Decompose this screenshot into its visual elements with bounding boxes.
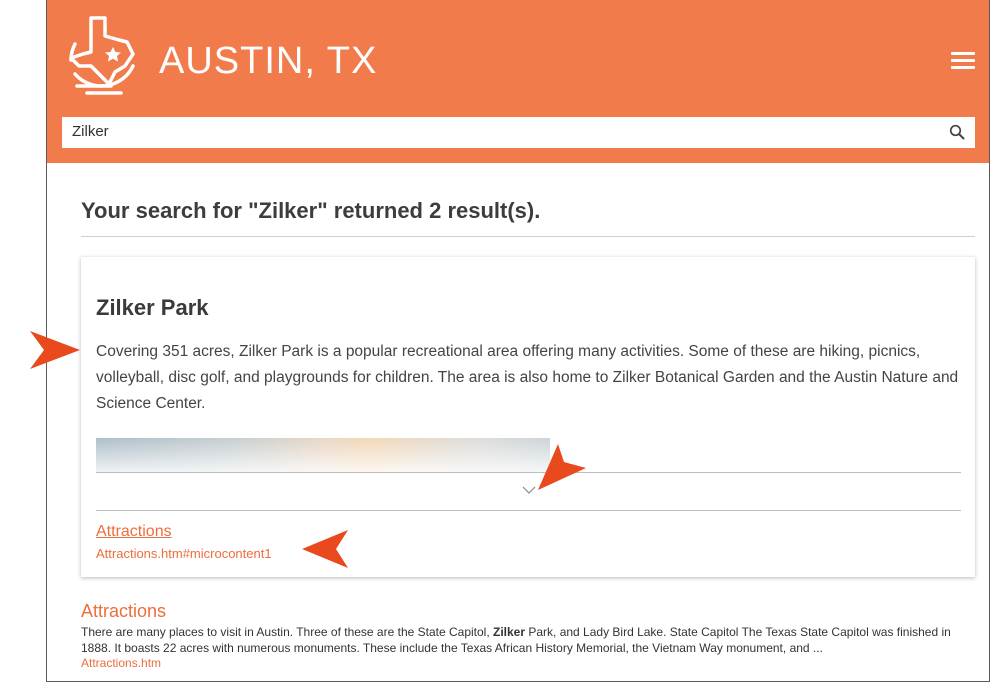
featured-source-url: Attractions.htm#microcontent1: [96, 546, 272, 561]
featured-source-link[interactable]: Attractions: [96, 523, 172, 541]
featured-image: [96, 438, 550, 472]
result-title-link[interactable]: Attractions: [81, 601, 166, 622]
result-snippet: There are many places to visit in Austin…: [81, 625, 951, 655]
search-term-highlight: Zilker: [493, 625, 526, 639]
callout-arrow-icon: [302, 530, 348, 568]
search-bar: [62, 117, 975, 148]
divider: [96, 472, 961, 473]
site-header: AUSTIN, TX: [47, 0, 989, 163]
browser-frame: AUSTIN, TX Your search for "Zilker" retu…: [46, 0, 990, 682]
texas-map-logo[interactable]: [61, 14, 141, 104]
site-title: AUSTIN, TX: [159, 40, 378, 82]
callout-arrow-icon: [30, 331, 80, 369]
results-heading: Your search for "Zilker" returned 2 resu…: [81, 198, 541, 223]
hamburger-menu-icon[interactable]: [951, 52, 975, 70]
search-icon[interactable]: [949, 124, 965, 140]
callout-arrow-icon: [538, 444, 586, 490]
featured-title: Zilker Park: [96, 295, 209, 320]
featured-description: Covering 351 acres, Zilker Park is a pop…: [96, 343, 959, 412]
featured-result-card: Zilker Park Covering 351 acres, Zilker P…: [81, 257, 975, 577]
result-url: Attractions.htm: [81, 656, 162, 670]
divider: [81, 236, 975, 237]
divider: [96, 510, 961, 511]
search-input[interactable]: [62, 117, 932, 146]
